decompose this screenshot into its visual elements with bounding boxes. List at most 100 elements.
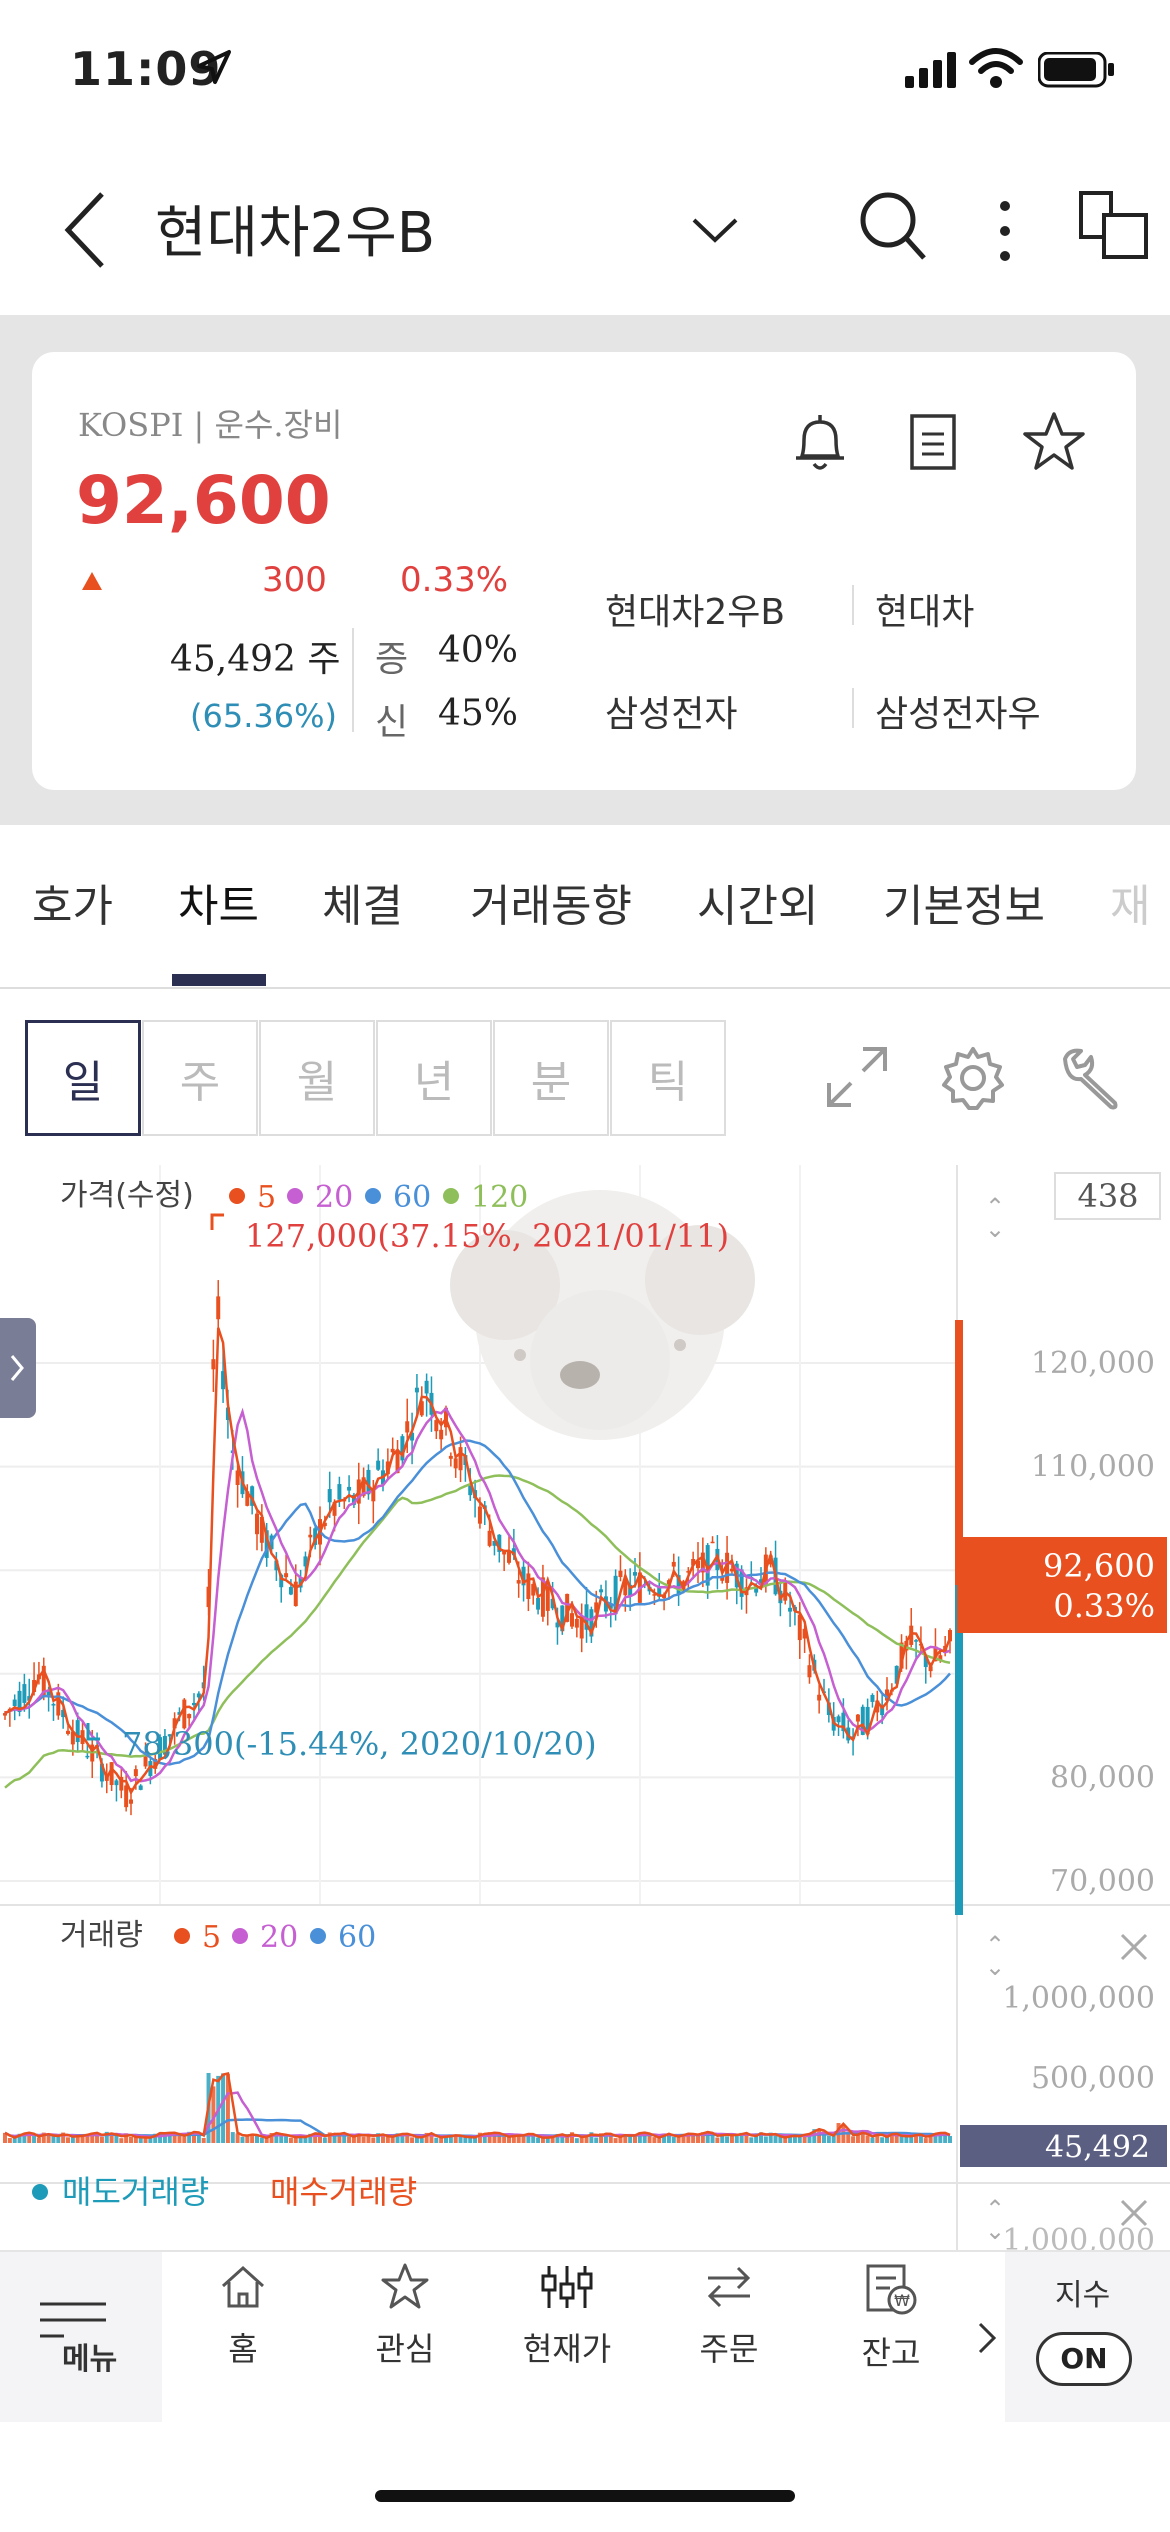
volume-bar	[725, 2136, 730, 2143]
tab-executions[interactable]: 체결	[322, 870, 403, 934]
candle-body	[807, 1665, 812, 1678]
candle-body	[182, 1699, 187, 1729]
related-stock-3[interactable]: 삼성전자	[605, 685, 737, 737]
volume-bar	[792, 2136, 797, 2143]
current-price: 92,600	[76, 462, 331, 539]
chevron-down-icon[interactable]	[690, 214, 740, 244]
tab-chart[interactable]: 차트	[178, 870, 259, 934]
candle-body	[22, 1684, 27, 1703]
settings-icon[interactable]	[940, 1045, 1006, 1111]
volume-bar	[870, 2137, 875, 2143]
volume-bar	[628, 2136, 633, 2143]
related-stock-2[interactable]: 현대차	[875, 583, 974, 635]
price-chart[interactable]: 가격(수정) 5 20 60 120 127,000(37.15%, 2021/…	[0, 1165, 1170, 2250]
vol-ma5-legend: 5	[202, 1920, 221, 1955]
volume-bar	[7, 2138, 12, 2143]
current-price-tag: 92,600	[1043, 1547, 1155, 1585]
margin-label-2: 신	[375, 702, 409, 743]
market-sector: KOSPI | 운수.장비	[78, 406, 343, 444]
candle-body	[516, 1580, 521, 1584]
more-icon[interactable]	[990, 196, 1020, 266]
candle-body	[618, 1570, 623, 1578]
candle-body	[327, 1489, 332, 1503]
candle-body	[284, 1573, 289, 1578]
period-tick[interactable]: 틱	[610, 1020, 726, 1136]
nav-watchlist[interactable]: 관심	[330, 2262, 480, 2370]
volume-bar	[899, 2136, 904, 2143]
nav-current-price[interactable]: 현재가	[492, 2262, 642, 2370]
tab-more[interactable]: 재	[1110, 870, 1150, 934]
star-icon[interactable]	[1022, 410, 1086, 474]
close-panel-icon	[1120, 2199, 1148, 2227]
signal-icon	[905, 52, 956, 88]
menu-label: 메뉴	[62, 2342, 118, 2377]
candle-body	[797, 1614, 802, 1641]
volume-bar	[574, 2138, 579, 2143]
period-year[interactable]: 년	[376, 1020, 492, 1136]
memo-icon[interactable]	[908, 412, 960, 472]
volume-bar	[46, 2135, 51, 2143]
volume-bar	[773, 2135, 778, 2143]
candle-body	[187, 1714, 192, 1719]
nav-home[interactable]: 홈	[168, 2262, 318, 2370]
trade-volume: 45,492 주	[170, 639, 341, 680]
bell-icon[interactable]	[790, 412, 850, 474]
volume-bar	[565, 2137, 570, 2143]
candle-body	[855, 1714, 860, 1722]
volume-bar	[201, 2138, 206, 2143]
index-label: 지수	[1055, 2278, 1111, 2313]
volume-bar	[182, 2136, 187, 2143]
tab-trading-trend[interactable]: 거래동향	[470, 870, 632, 934]
menu-button[interactable]: 메뉴	[0, 2252, 162, 2422]
svg-text:⌄: ⌄	[985, 1215, 1005, 1243]
price-tick: 70,000	[1050, 1864, 1155, 1899]
period-minute[interactable]: 분	[493, 1020, 609, 1136]
expand-icon[interactable]	[825, 1045, 889, 1109]
volume-bar	[99, 2136, 104, 2143]
divider	[852, 688, 854, 728]
index-on-toggle[interactable]: ON	[1036, 2332, 1132, 2386]
location-icon	[197, 50, 231, 84]
volume-bar	[536, 2137, 541, 2143]
period-month[interactable]: 월	[259, 1020, 375, 1136]
chevron-right-icon[interactable]	[972, 2318, 1002, 2358]
multi-window-icon[interactable]	[1078, 190, 1150, 262]
candle-body	[570, 1613, 574, 1627]
related-stock-4[interactable]: 삼성전자우	[875, 685, 1041, 737]
candle-body	[337, 1484, 342, 1500]
candle-body	[817, 1694, 822, 1701]
nav-watchlist-label: 관심	[375, 2330, 435, 2368]
related-stock-1[interactable]: 현대차2우B	[605, 583, 785, 635]
volume-bar	[221, 2073, 226, 2143]
candle-body	[458, 1447, 463, 1471]
nav-balance-label: 잔고	[861, 2334, 921, 2372]
current-pct-tag: 0.33%	[1053, 1587, 1155, 1625]
nav-order[interactable]: 주문	[654, 2262, 804, 2370]
price-tick: 110,000	[1031, 1450, 1155, 1485]
ma60-dot	[365, 1188, 381, 1204]
wifi-icon	[969, 48, 1023, 88]
candle-body	[114, 1780, 119, 1786]
tab-basic-info[interactable]: 기본정보	[883, 870, 1045, 934]
divider	[352, 628, 354, 732]
search-icon[interactable]	[858, 190, 928, 265]
wrench-icon[interactable]	[1055, 1045, 1125, 1111]
tab-orderbook[interactable]: 호가	[32, 870, 113, 934]
candle-body	[487, 1530, 492, 1546]
volume-bar	[288, 2137, 293, 2143]
page-title[interactable]: 현대차2우B	[155, 188, 435, 269]
candle-body	[255, 1513, 259, 1535]
candle-body	[836, 1716, 841, 1723]
close-volume-icon	[1120, 1933, 1148, 1961]
period-day[interactable]: 일	[25, 1020, 141, 1136]
volume-bar	[715, 2137, 720, 2143]
nav-balance[interactable]: ₩ 잔고	[816, 2262, 966, 2374]
volume-bar	[371, 2137, 376, 2143]
period-week[interactable]: 주	[142, 1020, 258, 1136]
side-drawer-handle[interactable]	[0, 1318, 36, 1418]
candle-body	[138, 1785, 143, 1790]
candle-body	[914, 1640, 919, 1642]
back-icon[interactable]	[60, 190, 110, 270]
volume-bar	[516, 2136, 521, 2143]
tab-after-hours[interactable]: 시간외	[697, 870, 818, 934]
